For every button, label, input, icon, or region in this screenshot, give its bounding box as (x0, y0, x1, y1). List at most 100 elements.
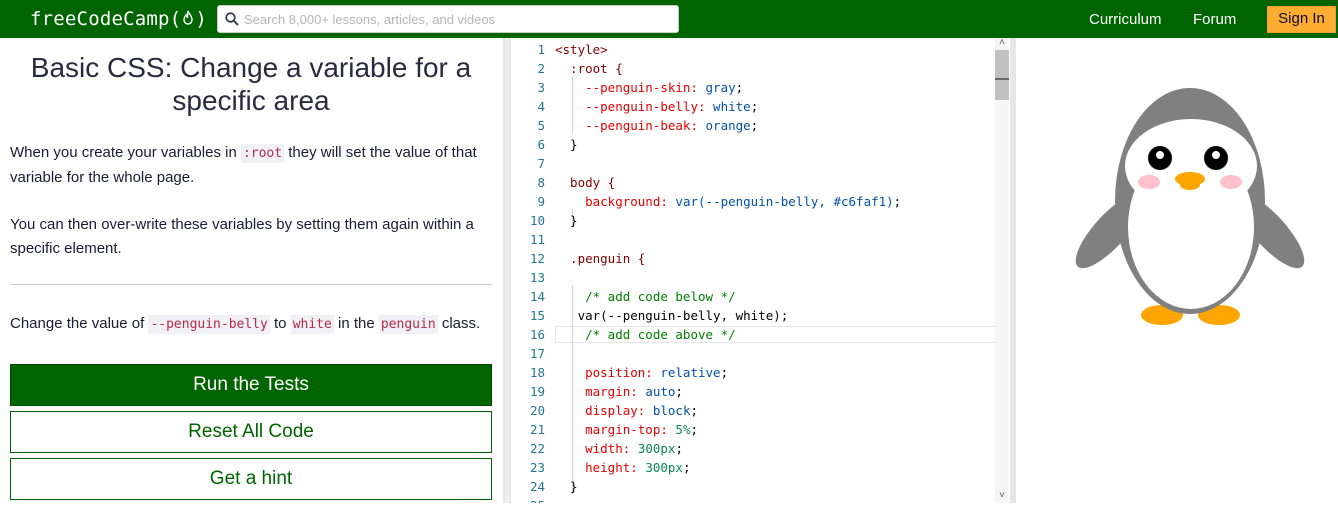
code-line[interactable]: /* add code below */ (555, 287, 736, 306)
line-number: 18 (529, 365, 545, 380)
code-token: .penguin { (555, 251, 646, 266)
code-line[interactable]: --penguin-belly: white; (555, 97, 758, 116)
line-number: 7 (537, 156, 545, 171)
p1-text-before: When you create your variables in (10, 144, 241, 161)
penguin-illustration (1075, 88, 1305, 325)
code-token: ; (893, 194, 902, 209)
code-line[interactable]: body { (555, 173, 615, 192)
code-token: var(--penguin-belly, #c6faf1) (675, 194, 894, 209)
code-token: block (652, 403, 691, 418)
inline-code-white: white (290, 315, 334, 334)
search-icon (225, 12, 239, 26)
line-number: 20 (529, 403, 545, 418)
code-line[interactable]: --penguin-skin: gray; (555, 78, 743, 97)
line-number: 6 (537, 137, 545, 152)
line-number: 10 (529, 213, 545, 228)
code-line[interactable]: width: 300px; (555, 439, 683, 458)
top-navbar: freeCodeCamp() Curriculum Forum Sign In (0, 0, 1338, 38)
run-tests-button[interactable]: Run the Tests (10, 364, 492, 406)
scroll-down-arrow-icon[interactable]: ˅ (997, 491, 1007, 501)
penguin-left-cheek (1138, 175, 1160, 189)
sign-in-button[interactable]: Sign In (1267, 6, 1336, 33)
code-token: ; (735, 80, 744, 95)
code-token: ; (720, 365, 729, 380)
penguin-right-eye (1204, 146, 1228, 170)
line-number: 13 (529, 270, 545, 285)
code-line[interactable]: .penguin { (555, 249, 645, 268)
code-token: orange (705, 118, 751, 133)
code-line[interactable]: height: 300px; (555, 458, 690, 477)
code-line[interactable]: --penguin-beak: orange; (555, 116, 758, 135)
p3-text-mid1: to (269, 315, 291, 332)
code-token: gray (705, 80, 736, 95)
line-number: 16 (529, 327, 545, 342)
code-token: ; (675, 441, 683, 456)
lesson-instructions: Change the value of --penguin-belly to w… (10, 312, 495, 337)
nav-curriculum-link[interactable]: Curriculum (1089, 11, 1162, 29)
line-number: 15 (529, 308, 545, 323)
resize-grip (505, 38, 509, 503)
code-line[interactable]: } (555, 477, 578, 496)
code-token: ; (690, 422, 699, 437)
code-token: } (555, 137, 578, 152)
line-number: 22 (529, 441, 545, 456)
freecodecamp-logo[interactable]: freeCodeCamp() (30, 8, 207, 33)
inline-code-root: :root (240, 144, 285, 163)
line-number: 19 (529, 384, 545, 399)
code-line[interactable]: <style> (555, 40, 608, 59)
code-token: white (713, 99, 751, 114)
code-token: body { (555, 175, 616, 190)
logo-text-end: ) (195, 8, 207, 30)
code-token: 300px (645, 460, 683, 475)
code-token: relative (660, 365, 721, 380)
line-number: 24 (529, 479, 545, 494)
lesson-panel: Basic CSS: Change a variable for a speci… (0, 38, 503, 503)
code-token: margin: (555, 384, 646, 399)
code-token: 300px (637, 441, 676, 456)
code-line[interactable]: background: var(--penguin-belly, #c6faf1… (555, 192, 901, 211)
logo-text: freeCodeCamp( (30, 8, 182, 30)
code-token: var(--penguin-belly, white); (555, 308, 789, 323)
get-hint-button[interactable]: Get a hint (10, 458, 492, 500)
line-number: 4 (537, 99, 545, 114)
code-token: ; (750, 99, 759, 114)
search-bar[interactable] (217, 5, 679, 33)
line-number: 8 (537, 175, 545, 190)
code-token: /* add code below */ (555, 289, 736, 304)
code-line[interactable]: display: block; (555, 401, 698, 420)
line-number: 3 (537, 80, 545, 95)
code-token: 5% (675, 422, 691, 437)
inline-code-penguin: penguin (378, 315, 438, 334)
code-editor[interactable]: 1 <style> 2 :root {3 --penguin-skin: gray;… (511, 38, 1010, 503)
code-line[interactable]: margin-top: 5%; (555, 420, 698, 439)
code-line[interactable]: position: relative; (555, 363, 728, 382)
code-token: :root { (555, 61, 623, 76)
code-line[interactable]: } (555, 135, 578, 154)
code-token: } (555, 213, 578, 228)
code-line[interactable]: var(--penguin-belly, white); (555, 306, 789, 325)
panel-resize-handle-left[interactable] (503, 38, 511, 503)
line-number: 21 (529, 422, 545, 437)
line-number: 11 (529, 232, 545, 247)
code-line[interactable]: /* add code above */ (555, 325, 736, 344)
nav-forum-link[interactable]: Forum (1193, 11, 1236, 29)
line-number: 9 (537, 194, 545, 209)
editor-scrollbar[interactable]: ˄ ˅ (995, 38, 1009, 503)
reset-code-button[interactable]: Reset All Code (10, 411, 492, 453)
code-token: ; (750, 118, 759, 133)
flame-icon (182, 10, 194, 33)
lesson-title: Basic CSS: Change a variable for a speci… (30, 52, 472, 116)
scrollbar-thumb[interactable] (995, 50, 1009, 100)
search-input[interactable] (244, 9, 664, 29)
code-token: } (555, 479, 578, 494)
code-line[interactable]: margin: auto; (555, 382, 683, 401)
line-number: 25 (511, 496, 545, 503)
code-line[interactable]: } (555, 211, 578, 230)
scroll-up-arrow-icon[interactable]: ˄ (997, 38, 1007, 48)
code-token: ; (690, 403, 699, 418)
code-token: --penguin-belly: (555, 99, 714, 114)
line-number: 23 (529, 460, 545, 475)
section-divider (10, 284, 492, 285)
code-token: ; (682, 460, 691, 475)
code-line[interactable]: :root { (555, 59, 623, 78)
